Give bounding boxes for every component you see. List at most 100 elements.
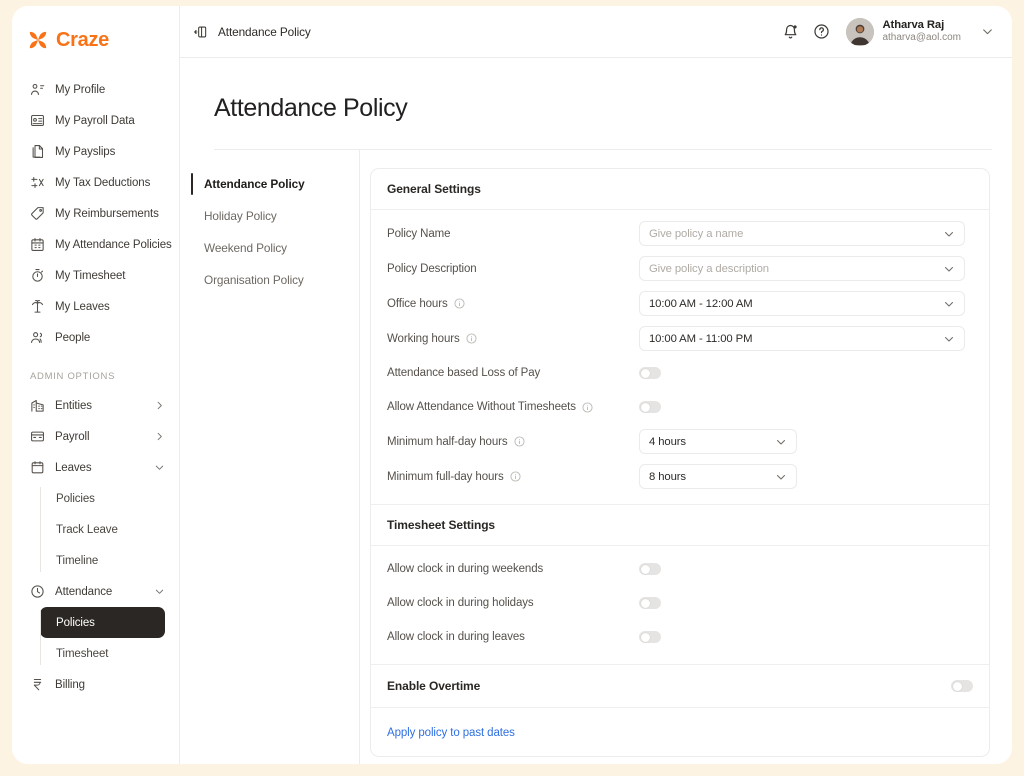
- sidebar-subitem-attendance-timesheet[interactable]: Timesheet: [40, 638, 165, 669]
- tab-holiday-policy[interactable]: Holiday Policy: [180, 200, 359, 232]
- sidebar-item-my-tax-deductions[interactable]: My Tax Deductions: [12, 167, 179, 198]
- sidebar-item-my-timesheet[interactable]: My Timesheet: [12, 260, 179, 291]
- field-label: Policy Name: [387, 227, 451, 240]
- calendar-grid-icon: [30, 237, 45, 252]
- sliders-icon: [30, 175, 45, 190]
- sidebar-subitem-track-leave[interactable]: Track Leave: [40, 514, 165, 545]
- field-label-wrap: Minimum half-day hours: [387, 436, 639, 448]
- sidebar-item-label: My Timesheet: [55, 269, 126, 282]
- sidebar-subitem-label: Policies: [56, 492, 95, 505]
- sidebar-item-label: Entities: [55, 399, 92, 412]
- chevron-right-icon: [154, 400, 165, 411]
- tab-label: Holiday Policy: [204, 209, 277, 223]
- minimum-half-day-hours-value: 4 hours: [649, 435, 686, 448]
- chevron-down-icon: [945, 266, 953, 271]
- allow-clock-in-weekends-toggle[interactable]: [639, 563, 661, 575]
- page-title: Attendance Policy: [214, 94, 408, 122]
- general-settings-section: Policy Name Give policy a name Policy De…: [371, 210, 989, 504]
- chevron-down-icon[interactable]: [981, 25, 994, 38]
- sidebar-subitem-timeline[interactable]: Timeline: [40, 545, 165, 576]
- sidebar-item-label: My Payslips: [55, 145, 116, 158]
- rupee-icon: [30, 677, 45, 692]
- sidebar-item-my-reimbursements[interactable]: My Reimbursements: [12, 198, 179, 229]
- topbar-actions: Atharva Raj atharva@aol.com: [782, 17, 994, 46]
- sidebar-item-my-attendance-policies[interactable]: My Attendance Policies: [12, 229, 179, 260]
- page-content: Attendance Policy Attendance Policy Holi…: [180, 58, 1012, 764]
- info-icon[interactable]: [510, 471, 521, 482]
- help-circle-icon[interactable]: [813, 23, 830, 40]
- field-policy-name: Policy Name Give policy a name: [371, 216, 989, 251]
- field-attendance-loss-of-pay: Attendance based Loss of Pay: [371, 356, 989, 390]
- sidebar-subitem-label: Timeline: [56, 554, 99, 567]
- tab-label: Organisation Policy: [204, 273, 304, 287]
- info-icon[interactable]: [466, 333, 477, 344]
- field-label: Office hours: [387, 297, 448, 310]
- apply-policy-to-past-dates-link[interactable]: Apply policy to past dates: [387, 727, 515, 739]
- field-policy-description: Policy Description Give policy a descrip…: [371, 251, 989, 286]
- craze-x-logo-icon: [29, 31, 47, 49]
- info-icon[interactable]: [582, 401, 593, 413]
- people-icon: [30, 330, 45, 345]
- chevron-down-icon: [777, 439, 785, 444]
- field-label: Attendance based Loss of Pay: [387, 367, 541, 379]
- sidebar-item-my-leaves[interactable]: My Leaves: [12, 291, 179, 322]
- sidebar-item-label: My Reimbursements: [55, 207, 159, 220]
- sidebar-item-payroll[interactable]: Payroll: [12, 421, 179, 452]
- sidebar-item-my-profile[interactable]: My Profile: [12, 74, 179, 105]
- tab-label: Attendance Policy: [204, 177, 305, 191]
- enable-overtime-toggle[interactable]: [951, 680, 973, 692]
- sidebar-item-my-payslips[interactable]: My Payslips: [12, 136, 179, 167]
- user-menu[interactable]: Atharva Raj atharva@aol.com: [846, 17, 994, 46]
- user-avatar-icon: [846, 17, 875, 46]
- office-hours-select[interactable]: 10:00 AM - 12:00 AM: [639, 291, 965, 316]
- field-label: Allow clock in during leaves: [387, 631, 525, 643]
- field-working-hours: Working hours 10:00 AM - 11:00 PM: [371, 321, 989, 356]
- breadcrumb-label: Attendance Policy: [218, 24, 311, 39]
- field-label-wrap: Office hours: [387, 298, 639, 310]
- bell-icon[interactable]: [782, 23, 799, 40]
- tab-attendance-policy[interactable]: Attendance Policy: [180, 168, 359, 200]
- sidebar-subitem-attendance-policies[interactable]: Policies: [40, 607, 165, 638]
- sidebar-item-attendance[interactable]: Attendance: [12, 576, 179, 607]
- policy-description-select[interactable]: Give policy a description: [639, 256, 965, 281]
- sidebar-item-label: Leaves: [55, 461, 92, 474]
- sidebar-item-entities[interactable]: Entities: [12, 390, 179, 421]
- minimum-full-day-hours-select[interactable]: 8 hours: [639, 464, 797, 489]
- policy-tabs: Attendance Policy Holiday Policy Weekend…: [180, 150, 360, 764]
- id-card-icon: [30, 113, 45, 128]
- sidebar-subitem-label: Policies: [56, 616, 95, 629]
- sidebar-item-leaves[interactable]: Leaves: [12, 452, 179, 483]
- enable-overtime-label: Enable Overtime: [387, 679, 481, 693]
- tab-organisation-policy[interactable]: Organisation Policy: [180, 264, 359, 296]
- policy-name-value: Give policy a name: [649, 227, 744, 240]
- main-area: Attendance Policy Atharva Raj atharva@ao…: [180, 6, 1012, 764]
- tab-weekend-policy[interactable]: Weekend Policy: [180, 232, 359, 264]
- field-minimum-full-day-hours: Minimum full-day hours 8 hours: [371, 459, 989, 494]
- sidebar-item-my-payroll-data[interactable]: My Payroll Data: [12, 105, 179, 136]
- calendar-icon: [30, 460, 45, 475]
- info-icon[interactable]: [454, 298, 465, 309]
- sidebar-subitem-leaves-policies[interactable]: Policies: [40, 483, 165, 514]
- general-settings-header: General Settings: [371, 169, 989, 210]
- chevron-down-icon: [945, 231, 953, 236]
- field-allow-clock-in-leaves: Allow clock in during leaves: [371, 620, 989, 654]
- sidebar-item-label: People: [55, 331, 91, 344]
- allow-clock-in-holidays-toggle[interactable]: [639, 597, 661, 609]
- apply-policy-row: Apply policy to past dates: [371, 708, 989, 756]
- brand-logo[interactable]: Craze: [12, 20, 179, 56]
- working-hours-select[interactable]: 10:00 AM - 11:00 PM: [639, 326, 965, 351]
- field-office-hours: Office hours 10:00 AM - 12:00 AM: [371, 286, 989, 321]
- minimum-half-day-hours-select[interactable]: 4 hours: [639, 429, 797, 454]
- sidebar-item-label: My Profile: [55, 83, 106, 96]
- panel-collapse-icon[interactable]: [194, 25, 208, 39]
- sidebar-item-label: My Payroll Data: [55, 114, 135, 127]
- sidebar-item-label: Billing: [55, 678, 85, 691]
- attendance-loss-of-pay-toggle[interactable]: [639, 367, 661, 379]
- info-icon[interactable]: [513, 436, 525, 447]
- field-allow-clock-in-holidays: Allow clock in during holidays: [371, 586, 989, 620]
- allow-attendance-without-timesheets-toggle[interactable]: [639, 401, 661, 413]
- allow-clock-in-leaves-toggle[interactable]: [639, 631, 661, 643]
- sidebar-item-billing[interactable]: Billing: [12, 669, 179, 700]
- sidebar-item-people[interactable]: People: [12, 322, 179, 353]
- policy-name-select[interactable]: Give policy a name: [639, 221, 965, 246]
